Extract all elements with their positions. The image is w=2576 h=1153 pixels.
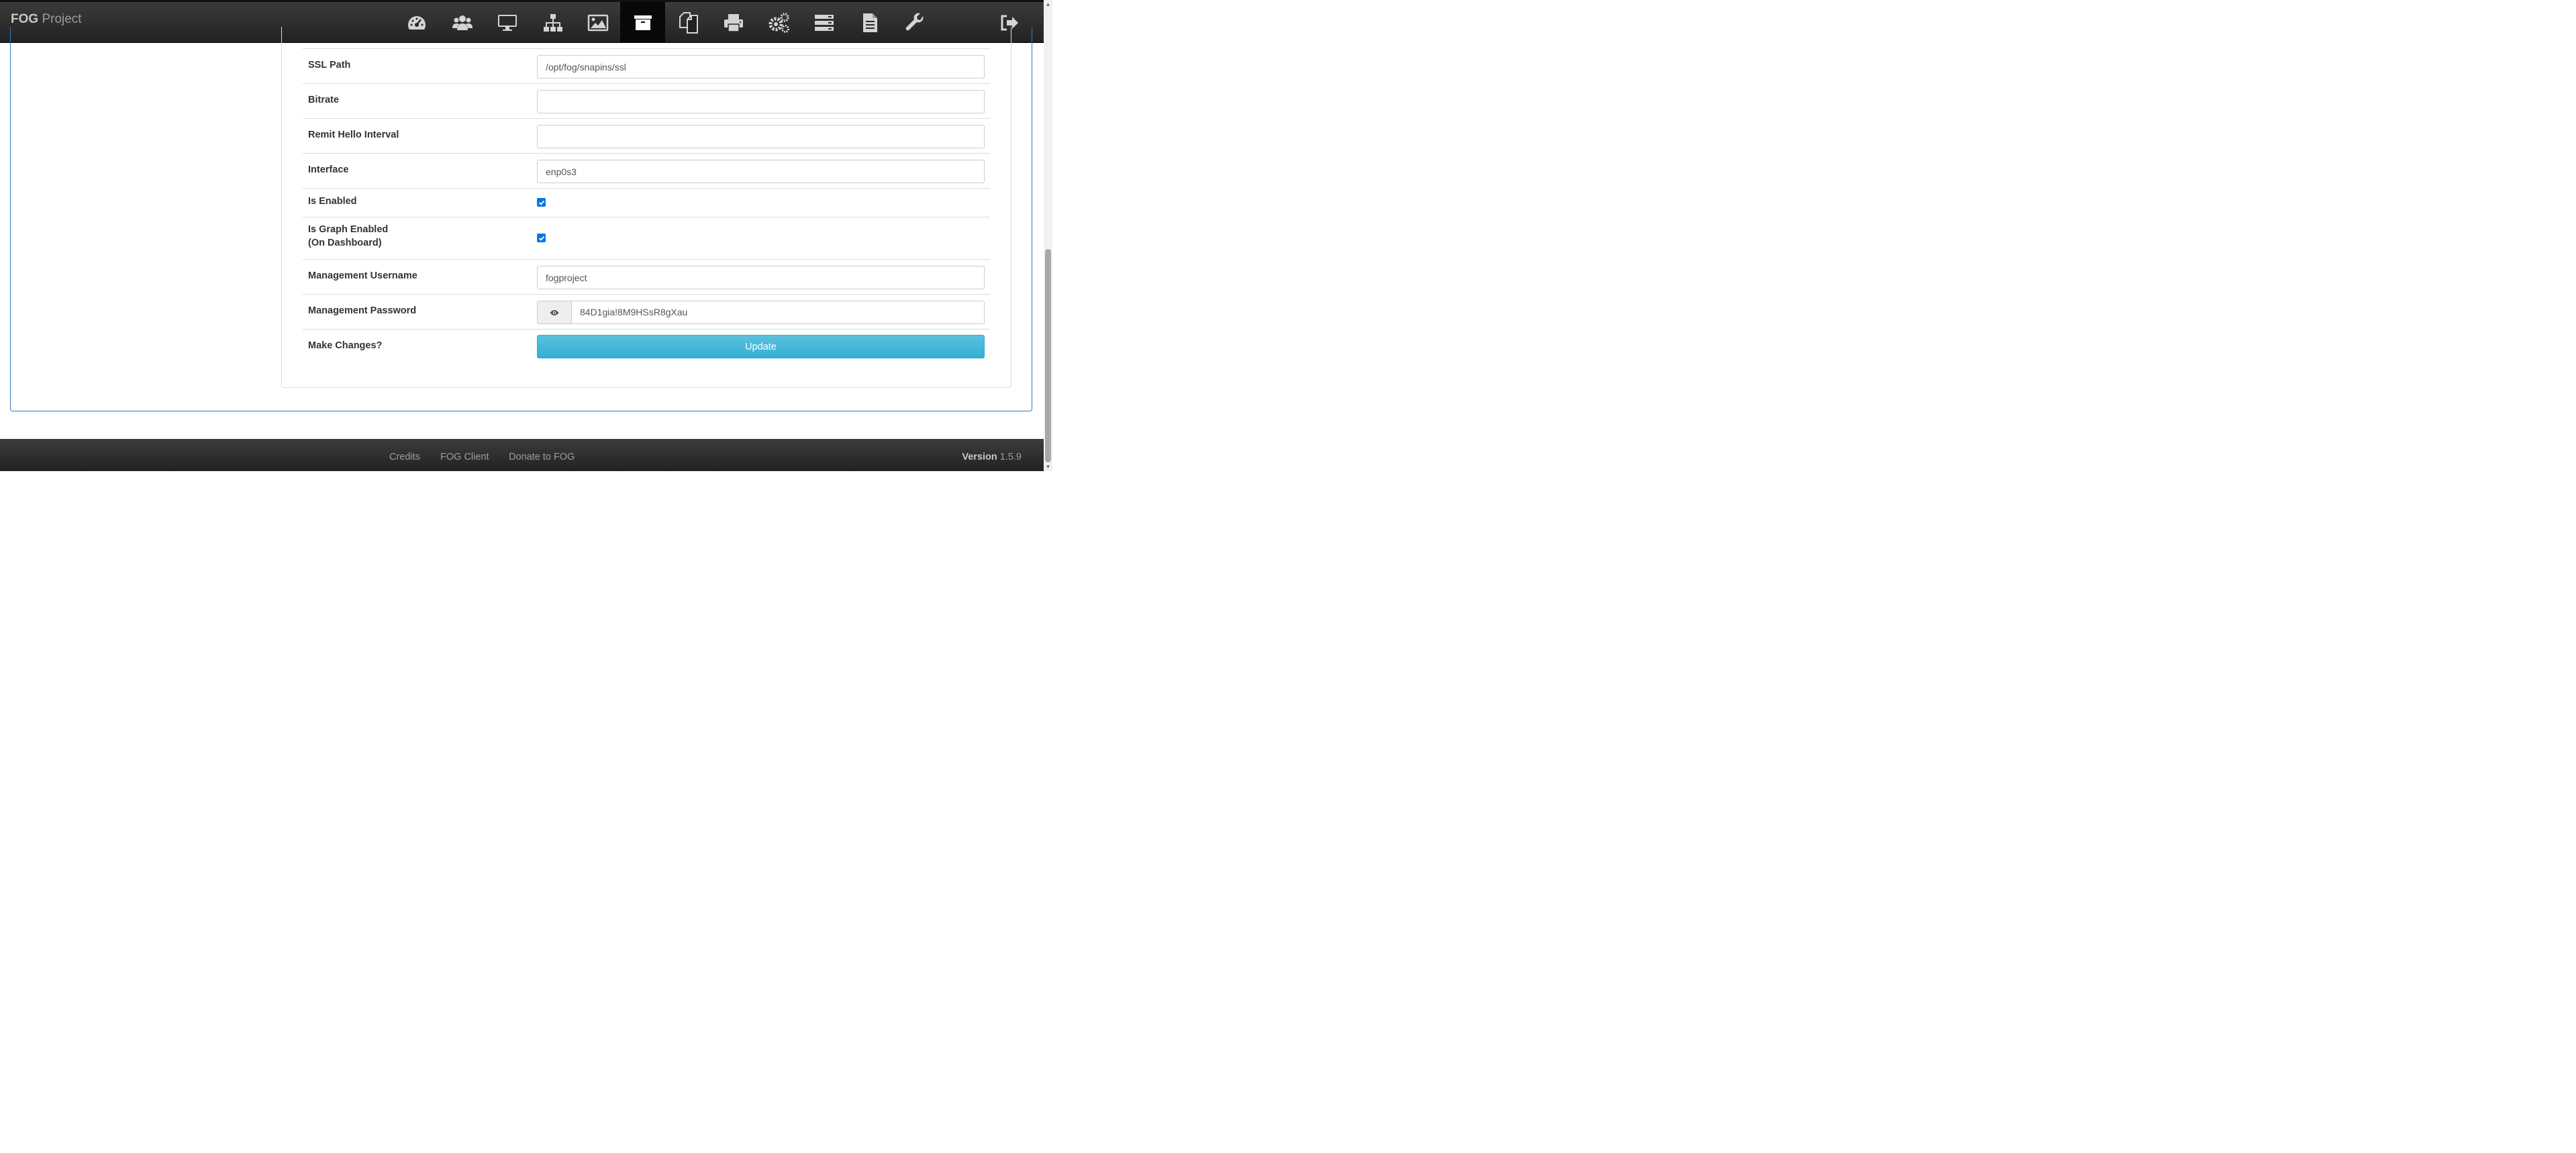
row-graph-enabled: Is Graph Enabled (On Dashboard) (303, 217, 990, 259)
brand-logo[interactable]: FOG Project (11, 12, 82, 27)
interface-label: Interface (308, 164, 349, 175)
show-password-button[interactable] (538, 301, 572, 323)
graph-enabled-label: Is Graph Enabled (On Dashboard) (308, 224, 389, 248)
is-enabled-checkbox[interactable] (537, 198, 546, 207)
checkmark-icon (538, 236, 544, 241)
checkmark-icon (538, 200, 544, 205)
row-make-changes: Make Changes? Update (303, 329, 990, 364)
version-info: Version 1.5.9 (962, 452, 1022, 462)
ssl-path-input[interactable] (537, 55, 985, 79)
interface-input[interactable] (537, 160, 985, 183)
bitrate-label: Bitrate (308, 95, 339, 105)
scroll-up-icon[interactable]: ▲ (1045, 1, 1051, 7)
donate-link[interactable]: Donate to FOG (509, 452, 575, 462)
mgmt-password-group: 84D1gia!8M9HSsR8gXau (537, 301, 985, 324)
fog-client-link[interactable]: FOG Client (440, 452, 489, 462)
row-is-enabled: Is Enabled (303, 188, 990, 217)
eye-icon (550, 309, 559, 315)
mgmt-password-label: Management Password (308, 305, 417, 316)
remit-hello-label: Remit Hello Interval (308, 130, 399, 140)
row-remit-hello: Remit Hello Interval (303, 118, 990, 153)
mgmt-username-input[interactable] (537, 266, 985, 289)
bitrate-input[interactable] (537, 90, 985, 113)
scroll-thumb[interactable] (1045, 249, 1051, 462)
make-changes-label: Make Changes? (308, 340, 383, 351)
graph-enabled-checkbox[interactable] (537, 234, 546, 242)
mgmt-password-input[interactable]: 84D1gia!8M9HSsR8gXau (572, 301, 984, 323)
ssl-path-label: SSL Path (308, 60, 351, 70)
row-ssl-path: SSL Path (303, 48, 990, 83)
footer: Credits FOG Client Donate to FOG Version… (0, 439, 1044, 471)
row-mgmt-username: Management Username (303, 259, 990, 294)
update-button[interactable]: Update (537, 335, 985, 358)
mgmt-username-label: Management Username (308, 270, 417, 281)
credits-link[interactable]: Credits (389, 452, 420, 462)
row-bitrate: Bitrate (303, 83, 990, 118)
row-interface: Interface (303, 153, 990, 188)
row-mgmt-password: Management Password 84D1gia!8M9HSsR8gXau (303, 294, 990, 329)
page-scrollbar[interactable]: ▲ ▼ (1044, 0, 1052, 471)
is-enabled-label: Is Enabled (308, 196, 357, 207)
scroll-down-icon[interactable]: ▼ (1045, 464, 1051, 470)
remit-hello-input[interactable] (537, 125, 985, 148)
